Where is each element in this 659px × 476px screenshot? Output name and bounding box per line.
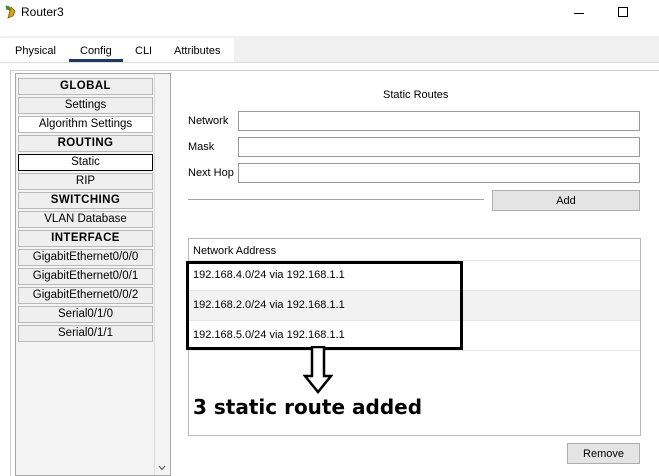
annotation-text: 3 static route added xyxy=(193,395,423,419)
sidebar-item-gigabitethernet0-0-2[interactable]: GigabitEthernet0/0/2 xyxy=(18,287,153,304)
sidebar-item-algorithm-settings[interactable]: Algorithm Settings xyxy=(18,116,153,133)
router-app-icon xyxy=(5,5,16,19)
tab-config[interactable]: Config xyxy=(80,45,112,57)
tab-cli[interactable]: CLI xyxy=(135,45,152,57)
add-route-button[interactable]: Add xyxy=(492,190,640,211)
sidebar-item-serial0-1-1[interactable]: Serial0/1/1 xyxy=(18,325,153,342)
network-label: Network xyxy=(188,115,229,127)
minimize-button[interactable] xyxy=(564,2,594,22)
minimize-icon xyxy=(574,12,584,14)
form-separator xyxy=(188,199,484,201)
network-field[interactable] xyxy=(238,111,640,131)
sidebar-header-switching[interactable]: SWITCHING xyxy=(18,192,153,209)
sidebar-item-rip[interactable]: RIP xyxy=(18,173,153,190)
tab-bar-divider xyxy=(0,62,659,63)
sidebar-item-gigabitethernet0-0-1[interactable]: GigabitEthernet0/0/1 xyxy=(18,268,153,285)
window-title: Router3 xyxy=(21,5,64,19)
annotation-highlight-box xyxy=(186,261,463,350)
sidebar-item-static[interactable]: Static xyxy=(18,154,153,171)
sidebar-header-interface[interactable]: INTERFACE xyxy=(18,230,153,247)
maximize-icon xyxy=(618,7,628,17)
maximize-button[interactable] xyxy=(608,2,638,22)
sidebar-item-vlan-database[interactable]: VLAN Database xyxy=(18,211,153,228)
down-arrow-icon xyxy=(303,346,333,394)
tab-physical[interactable]: Physical xyxy=(15,45,56,57)
next-hop-label: Next Hop xyxy=(188,167,234,179)
active-tab-indicator xyxy=(69,59,123,62)
sidebar-scrollbar[interactable] xyxy=(154,74,170,475)
sidebar-header-global[interactable]: GLOBAL xyxy=(18,78,153,95)
config-sidebar: GLOBAL Settings Algorithm Settings ROUTI… xyxy=(15,73,171,476)
title-bar: Router3 xyxy=(0,0,659,26)
sidebar-item-serial0-1-0[interactable]: Serial0/1/0 xyxy=(18,306,153,323)
sidebar-header-routing[interactable]: ROUTING xyxy=(18,135,153,152)
static-routes-title: Static Routes xyxy=(383,89,449,101)
mask-field[interactable] xyxy=(238,137,640,157)
sidebar-item-settings[interactable]: Settings xyxy=(18,97,153,114)
next-hop-field[interactable] xyxy=(238,163,640,183)
routes-table-header: Network Address xyxy=(193,245,277,257)
table-row-divider xyxy=(189,350,640,351)
mask-label: Mask xyxy=(188,141,215,153)
sidebar-item-gigabitethernet0-0-0[interactable]: GigabitEthernet0/0/0 xyxy=(18,249,153,266)
tab-attributes[interactable]: Attributes xyxy=(174,45,220,57)
chevron-down-icon[interactable] xyxy=(158,464,166,472)
remove-route-button[interactable]: Remove xyxy=(567,443,640,464)
